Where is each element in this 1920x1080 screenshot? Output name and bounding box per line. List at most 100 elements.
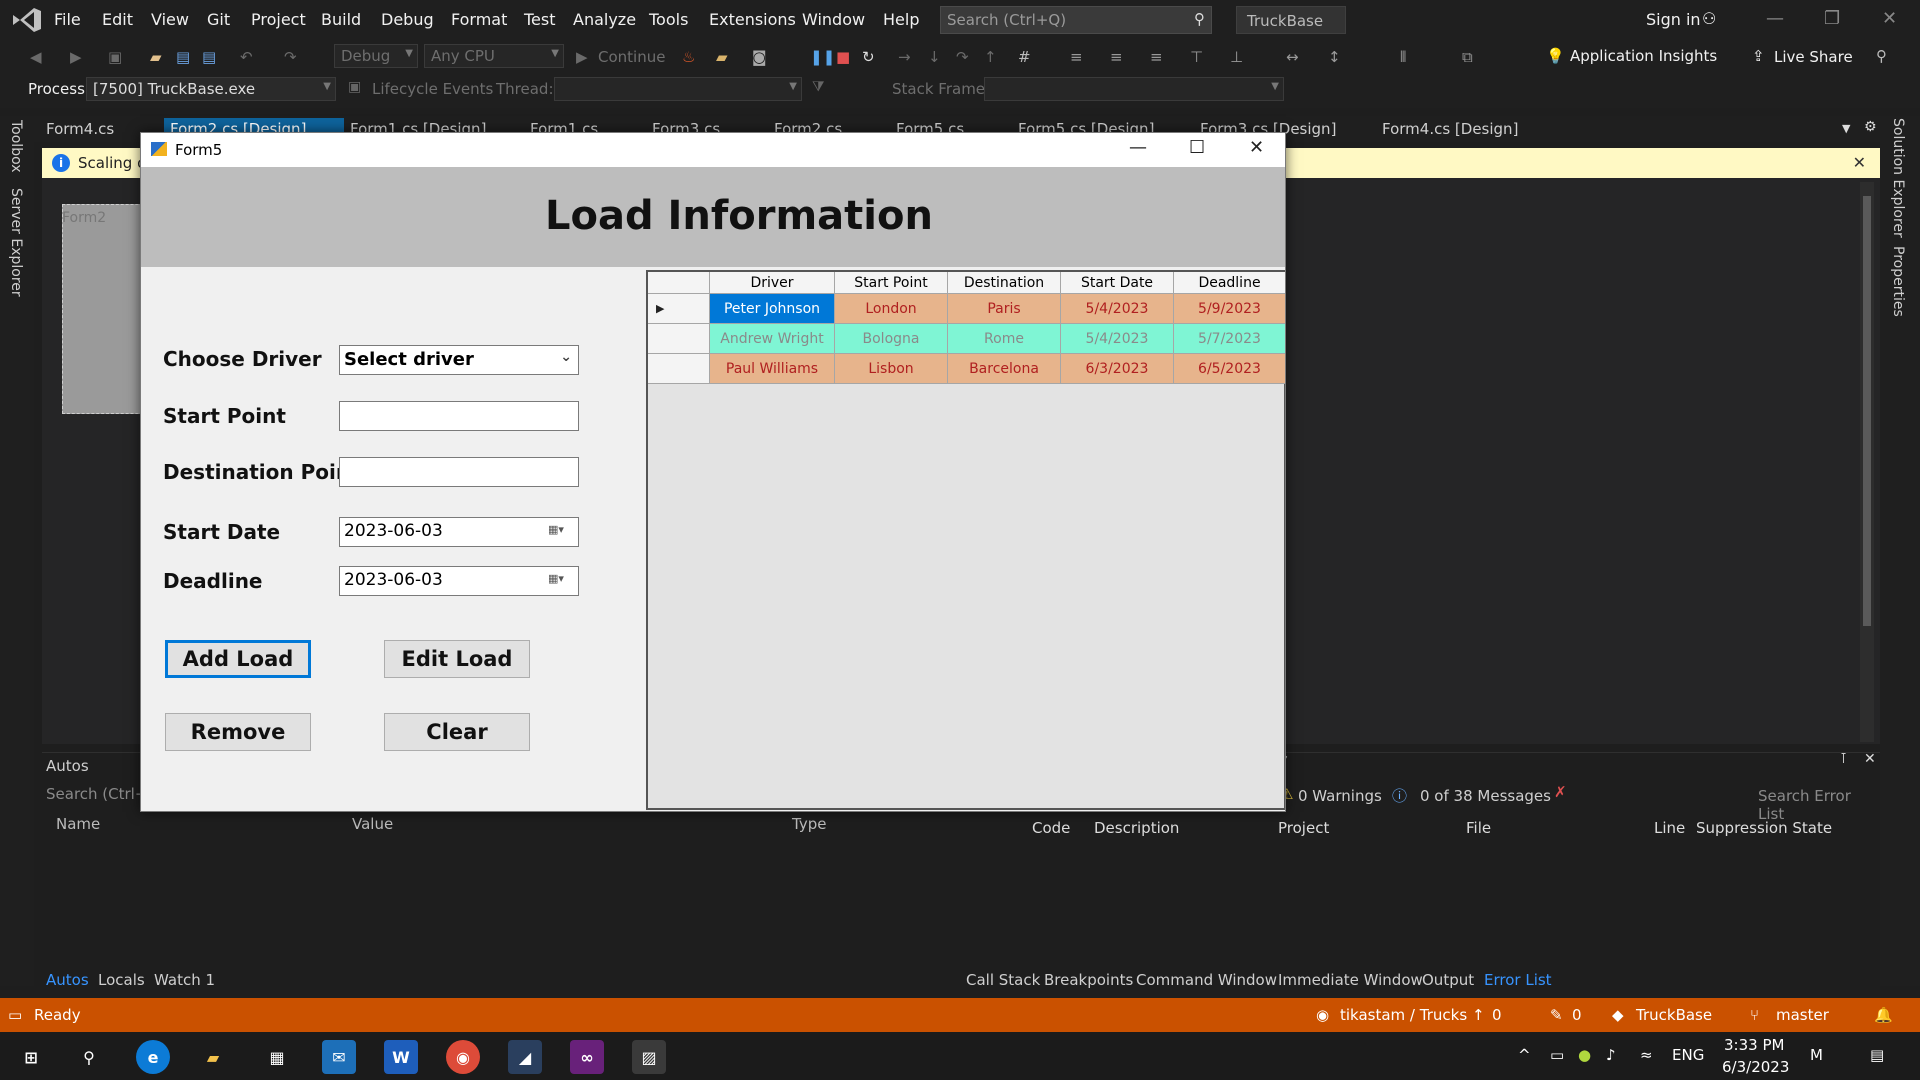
tab-breakpoints[interactable]: Breakpoints bbox=[1044, 971, 1133, 989]
filter-icon[interactable]: ⧩ bbox=[812, 79, 825, 95]
visual-studio-icon[interactable]: ∞ bbox=[570, 1040, 604, 1074]
toolbox-tab[interactable]: Toolbox bbox=[8, 120, 24, 173]
continue-button[interactable]: Continue bbox=[598, 48, 665, 66]
menu-help[interactable]: Help bbox=[883, 10, 919, 29]
meet-now-icon[interactable]: M bbox=[1810, 1046, 1823, 1064]
col-code[interactable]: Code bbox=[1032, 819, 1070, 837]
menu-build[interactable]: Build bbox=[321, 10, 361, 29]
align-right-icon[interactable]: ≡ bbox=[1150, 48, 1163, 66]
driver-select[interactable]: Select driver ⌄ bbox=[339, 345, 579, 375]
start-date-picker[interactable]: 2023-06-03 ▦▾ bbox=[339, 517, 579, 547]
tab-form4-design[interactable]: Form4.cs [Design] bbox=[1382, 120, 1518, 138]
close-icon[interactable]: ✕ bbox=[1864, 751, 1876, 767]
pin-icon[interactable]: ⊺ bbox=[1840, 751, 1847, 767]
deadline-picker[interactable]: 2023-06-03 ▦▾ bbox=[339, 566, 579, 596]
row-selector-3[interactable] bbox=[648, 354, 710, 384]
lifecycle-events-button[interactable]: Lifecycle Events bbox=[372, 80, 493, 98]
tray-chevron-up-icon[interactable]: ^ bbox=[1518, 1046, 1531, 1064]
align-left-icon[interactable]: ≡ bbox=[1070, 48, 1083, 66]
warnings-filter[interactable]: 0 Warnings bbox=[1298, 787, 1382, 805]
menu-tools[interactable]: Tools bbox=[649, 10, 688, 29]
save-icon[interactable]: ▤ bbox=[176, 48, 190, 66]
restart-icon[interactable]: ↻ bbox=[862, 48, 875, 66]
spacing-icon[interactable]: ⫴ bbox=[1400, 48, 1406, 66]
project-button[interactable]: TruckBase bbox=[1636, 1006, 1712, 1024]
pause-icon[interactable]: ❚❚ bbox=[810, 48, 835, 66]
grid-cell-driver[interactable]: Andrew Wright bbox=[710, 324, 835, 354]
tab-locals[interactable]: Locals bbox=[98, 971, 145, 989]
grid-cell-start-date[interactable]: 5/4/2023 bbox=[1061, 324, 1174, 354]
grid-cell-destination[interactable]: Rome bbox=[948, 324, 1061, 354]
error-search-input[interactable]: Search Error List bbox=[1758, 787, 1880, 823]
tab-command-window[interactable]: Command Window bbox=[1136, 971, 1277, 989]
battery-icon[interactable]: ▭ bbox=[1550, 1046, 1564, 1064]
align-middle-icon[interactable]: ⊥ bbox=[1230, 48, 1243, 66]
grid-cell-start[interactable]: London bbox=[835, 294, 948, 324]
menu-window[interactable]: Window bbox=[802, 10, 865, 29]
redo-icon[interactable]: ↷ bbox=[284, 48, 297, 66]
loads-data-grid[interactable]: Driver Start Point Destination Start Dat… bbox=[646, 270, 1285, 810]
properties-tab[interactable]: Properties bbox=[1890, 246, 1906, 317]
settings-icon[interactable]: ⚙ bbox=[1864, 119, 1877, 135]
chrome-icon[interactable]: ◉ bbox=[446, 1040, 480, 1074]
calendar-icon[interactable]: ▦▾ bbox=[548, 523, 572, 541]
store-icon[interactable]: ▦ bbox=[260, 1040, 294, 1074]
menu-debug[interactable]: Debug bbox=[381, 10, 434, 29]
grid-col-destination[interactable]: Destination bbox=[948, 272, 1061, 294]
edit-load-button[interactable]: Edit Load bbox=[384, 640, 530, 678]
clock-time[interactable]: 3:33 PM bbox=[1724, 1036, 1784, 1054]
sign-in-link[interactable]: Sign in bbox=[1646, 10, 1701, 29]
align-top-icon[interactable]: ⊤ bbox=[1190, 48, 1203, 66]
update-icon[interactable]: ● bbox=[1578, 1046, 1591, 1064]
save-all-icon[interactable]: ▤ bbox=[202, 48, 216, 66]
clear-button[interactable]: Clear bbox=[384, 713, 530, 751]
row-selector-1[interactable]: ▶ bbox=[648, 294, 710, 324]
grid-cell-start[interactable]: Bologna bbox=[835, 324, 948, 354]
forward-icon[interactable]: ▶ bbox=[70, 48, 82, 66]
destination-point-input[interactable] bbox=[339, 457, 579, 487]
form5-title-bar[interactable]: Form5 — ☐ ✕ bbox=[141, 133, 1285, 167]
tab-error-list[interactable]: Error List bbox=[1484, 971, 1552, 989]
calendar-icon[interactable]: ▦▾ bbox=[548, 572, 572, 590]
hex-display-icon[interactable]: # bbox=[1018, 48, 1031, 66]
minimize-icon[interactable]: — bbox=[1129, 137, 1147, 158]
application-insights-button[interactable]: Application Insights bbox=[1570, 47, 1717, 65]
col-description[interactable]: Description bbox=[1094, 819, 1179, 837]
configuration-combo[interactable]: Debug ▼ bbox=[334, 44, 418, 68]
align-center-icon[interactable]: ≡ bbox=[1110, 48, 1123, 66]
col-file[interactable]: File bbox=[1466, 819, 1491, 837]
server-explorer-tab[interactable]: Server Explorer bbox=[8, 188, 24, 297]
grid-col-start-point[interactable]: Start Point bbox=[835, 272, 948, 294]
step-over-icon[interactable]: ↷ bbox=[956, 48, 969, 66]
volume-icon[interactable]: ♪ bbox=[1606, 1046, 1616, 1064]
menu-edit[interactable]: Edit bbox=[102, 10, 133, 29]
truckbase-app-icon[interactable]: ▨ bbox=[632, 1040, 666, 1074]
notifications-icon[interactable]: 🔔 bbox=[1874, 1006, 1893, 1024]
messages-filter[interactable]: 0 of 38 Messages bbox=[1420, 787, 1551, 805]
start-point-input[interactable] bbox=[339, 401, 579, 431]
col-suppression-state[interactable]: Suppression State bbox=[1696, 819, 1832, 837]
close-icon[interactable]: ✕ bbox=[1882, 8, 1897, 29]
grid-cell-deadline[interactable]: 6/5/2023 bbox=[1174, 354, 1285, 384]
clock-date[interactable]: 6/3/2023 bbox=[1722, 1058, 1789, 1076]
changes-count[interactable]: 0 bbox=[1572, 1006, 1582, 1024]
undo-icon[interactable]: ↶ bbox=[240, 48, 253, 66]
new-project-icon[interactable]: ▣ bbox=[108, 48, 122, 66]
tab-overflow-icon[interactable]: ▼ bbox=[1842, 122, 1850, 135]
pin-icon[interactable]: ⚲ bbox=[1876, 47, 1887, 65]
maximize-icon[interactable]: ☐ bbox=[1189, 137, 1205, 158]
repo-button[interactable]: tikastam / Trucks bbox=[1340, 1006, 1467, 1024]
minimize-icon[interactable]: — bbox=[1766, 8, 1784, 29]
screenshot-icon[interactable]: ◙ bbox=[752, 48, 767, 66]
person-add-icon[interactable]: ⚇ bbox=[1702, 9, 1716, 28]
tab-output[interactable]: Output bbox=[1422, 971, 1474, 989]
live-share-button[interactable]: Live Share bbox=[1774, 48, 1853, 66]
stack-frame-combo[interactable]: ▼ bbox=[984, 77, 1284, 101]
visual-studio-logo-icon[interactable] bbox=[10, 6, 44, 34]
menu-extensions[interactable]: Extensions bbox=[709, 10, 796, 29]
tab-immediate-window[interactable]: Immediate Window bbox=[1278, 971, 1423, 989]
menu-git[interactable]: Git bbox=[207, 10, 230, 29]
make-same-width-icon[interactable]: ↔ bbox=[1286, 48, 1299, 66]
menu-analyze[interactable]: Analyze bbox=[573, 10, 636, 29]
grid-cell-destination[interactable]: Paris bbox=[948, 294, 1061, 324]
